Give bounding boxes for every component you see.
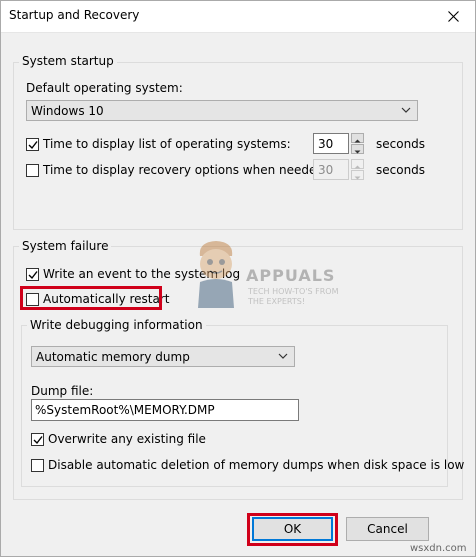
display-list-unit: seconds (376, 137, 426, 151)
write-event-checkbox[interactable] (26, 267, 39, 281)
ok-button-label: OK (283, 522, 302, 536)
footer-site: wsxdn.com (410, 543, 467, 554)
display-recovery-label: Time to display recovery options when ne… (43, 163, 329, 177)
overwrite-checkbox-row[interactable]: Overwrite any existing file (31, 432, 206, 446)
watermark-line-1: TECH HOW-TO'S FROM (248, 287, 339, 296)
debug-info-label: Write debugging information (27, 318, 206, 332)
close-icon (447, 10, 459, 22)
display-list-value[interactable]: 30 (313, 133, 349, 154)
overwrite-checkbox[interactable] (31, 432, 44, 446)
disable-auto-delete-checkbox[interactable] (31, 458, 44, 472)
arrow-down-icon (354, 176, 361, 180)
checkmark-icon (28, 270, 38, 279)
display-recovery-checkbox-row[interactable]: Time to display recovery options when ne… (26, 163, 328, 177)
checkmark-icon (33, 435, 43, 444)
default-os-dropdown[interactable]: Windows 10 (26, 100, 418, 121)
display-list-label: Time to display list of operating system… (43, 137, 291, 151)
cancel-button[interactable]: Cancel (346, 517, 429, 541)
checkmark-icon (28, 140, 38, 149)
appuals-watermark: APPUALS TECH HOW-TO'S FROM THE EXPERTS! (190, 238, 340, 318)
display-recovery-value: 30 (313, 159, 349, 180)
spin-up-button[interactable] (351, 133, 364, 143)
disable-auto-delete-label: Disable automatic deletion of memory dum… (48, 458, 465, 472)
chevron-down-icon (278, 353, 288, 359)
arrow-down-icon (354, 150, 361, 154)
disable-auto-delete-checkbox-row[interactable]: Disable automatic deletion of memory dum… (31, 458, 464, 472)
display-recovery-unit: seconds (376, 163, 426, 177)
auto-restart-checkbox[interactable] (26, 292, 39, 306)
dump-type-dropdown[interactable]: Automatic memory dump (31, 346, 295, 367)
system-startup-label: System startup (19, 54, 117, 68)
default-os-value: Windows 10 (31, 104, 104, 118)
mascot-icon (198, 241, 234, 308)
spin-down-button[interactable] (351, 144, 364, 154)
close-button[interactable] (430, 0, 476, 32)
overwrite-label: Overwrite any existing file (48, 432, 206, 446)
dump-file-input[interactable]: %SystemRoot%\MEMORY.DMP (31, 399, 299, 421)
display-list-spinner[interactable]: 30 (313, 133, 364, 154)
title-bar: Startup and Recovery (0, 0, 476, 33)
default-os-label: Default operating system: (26, 81, 183, 95)
chevron-down-icon (401, 107, 411, 113)
display-list-checkbox-row[interactable]: Time to display list of operating system… (26, 137, 291, 151)
auto-restart-label: Automatically restart (43, 292, 170, 306)
auto-restart-checkbox-row[interactable]: Automatically restart (26, 292, 169, 306)
watermark-tagline: TECH HOW-TO'S FROM THE EXPERTS! (248, 287, 339, 307)
cancel-button-label: Cancel (367, 522, 408, 536)
system-failure-label: System failure (19, 239, 112, 253)
watermark-title: APPUALS (246, 266, 336, 285)
spin-down-button-disabled (351, 170, 364, 180)
dump-file-label: Dump file: (31, 384, 94, 398)
dump-type-value: Automatic memory dump (36, 350, 190, 364)
display-list-checkbox[interactable] (26, 137, 39, 151)
display-recovery-checkbox[interactable] (26, 163, 39, 177)
window-title: Startup and Recovery (9, 8, 140, 22)
display-recovery-spinner: 30 (313, 159, 364, 180)
watermark-line-2: THE EXPERTS! (248, 297, 306, 306)
ok-button[interactable]: OK (252, 517, 333, 541)
spin-up-button-disabled (351, 159, 364, 169)
